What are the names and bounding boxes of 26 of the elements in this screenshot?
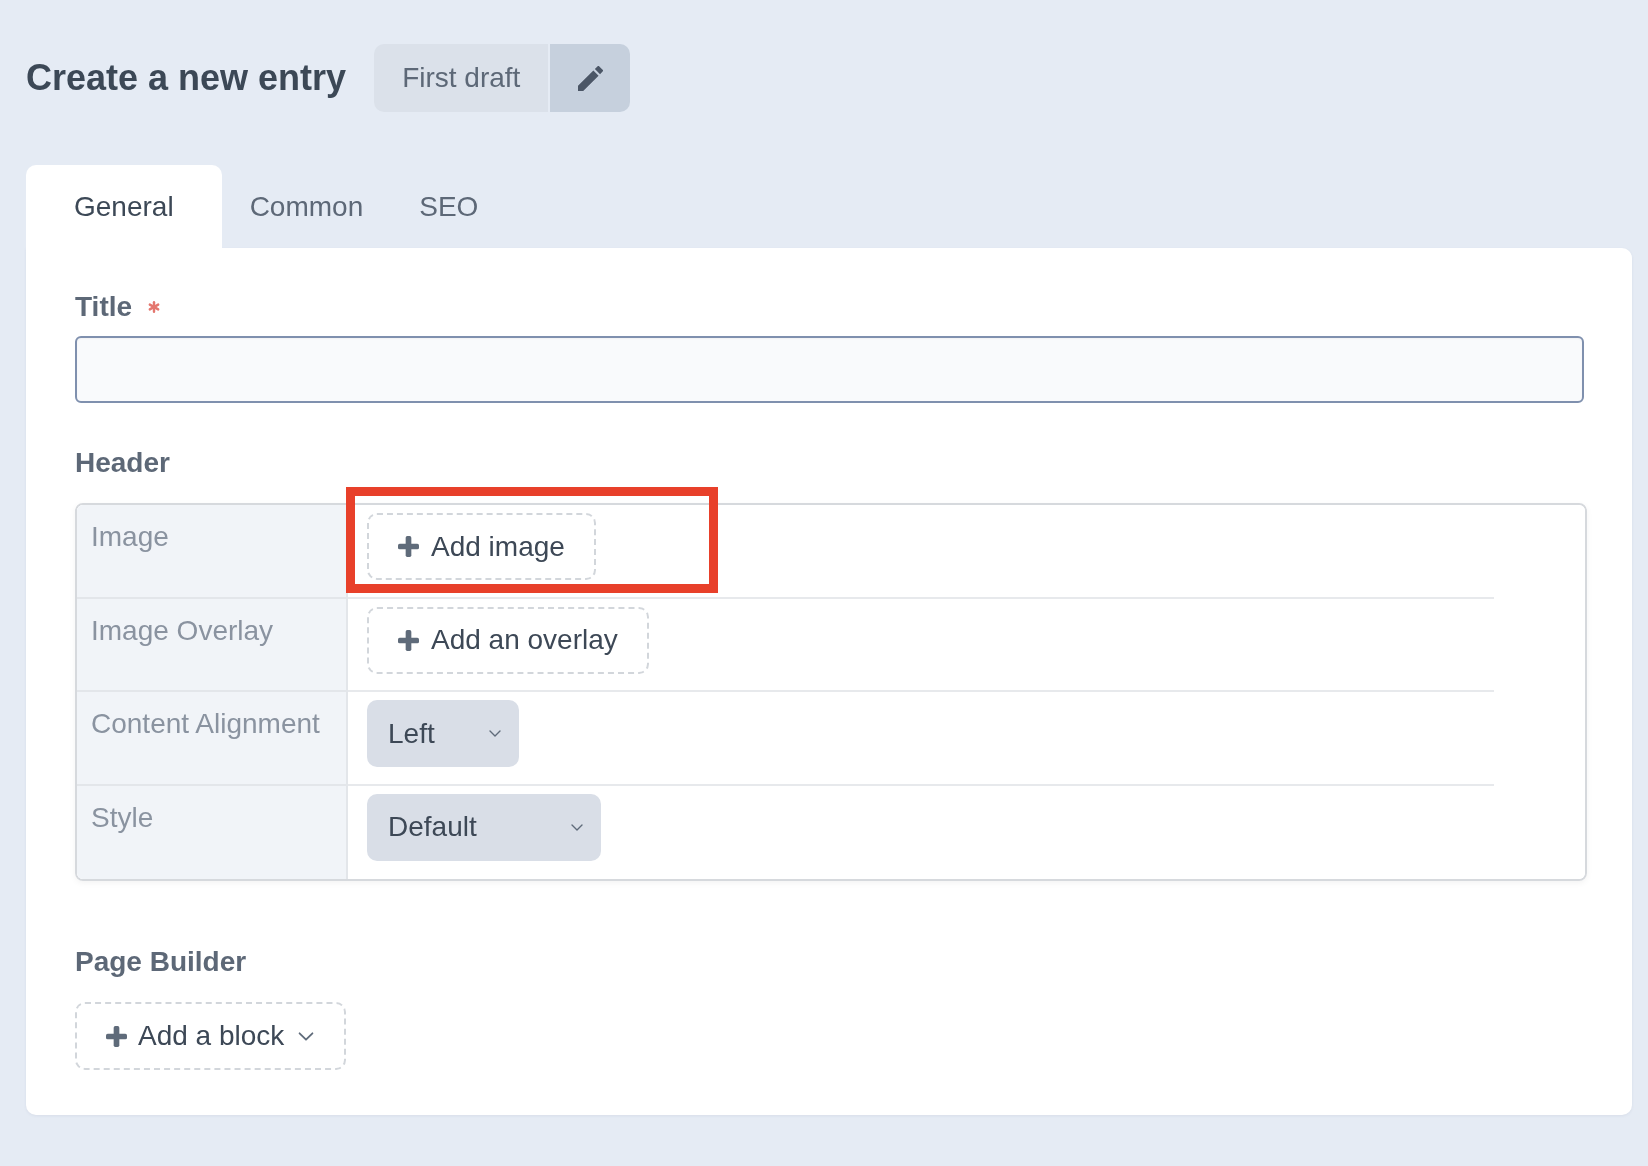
dropdown-select[interactable]: Default [367, 793, 601, 861]
plus-icon [398, 536, 419, 557]
chevron-down-icon [571, 823, 583, 831]
section-heading: Page Builder [75, 945, 247, 979]
section-heading: Header [75, 446, 170, 480]
plus-icon [106, 1025, 127, 1047]
plus-icon [398, 629, 419, 651]
field-label: Title [75, 290, 133, 324]
tab[interactable]: General [26, 165, 222, 248]
dropdown-select[interactable]: Left [367, 700, 519, 767]
add-button[interactable]: Add an overlay [367, 606, 649, 674]
field-label: Image [91, 521, 169, 552]
field-label: Image Overlay [91, 614, 274, 646]
pencil-icon [577, 65, 603, 91]
field-label: Content Alignment [91, 708, 320, 739]
draft-label: First draft [374, 44, 549, 112]
tab[interactable]: Common [221, 165, 392, 248]
tab[interactable]: SEO [391, 165, 507, 248]
field-label: Style [91, 801, 154, 833]
add-button[interactable]: Add image [367, 513, 596, 580]
add-block-button[interactable]: Add a block [75, 1002, 347, 1070]
page-title: Create a new entry [26, 60, 347, 96]
chevron-down-icon [298, 1031, 315, 1041]
title-input[interactable] [75, 336, 1584, 403]
edit-button[interactable] [548, 44, 631, 112]
chevron-down-icon [489, 730, 501, 737]
